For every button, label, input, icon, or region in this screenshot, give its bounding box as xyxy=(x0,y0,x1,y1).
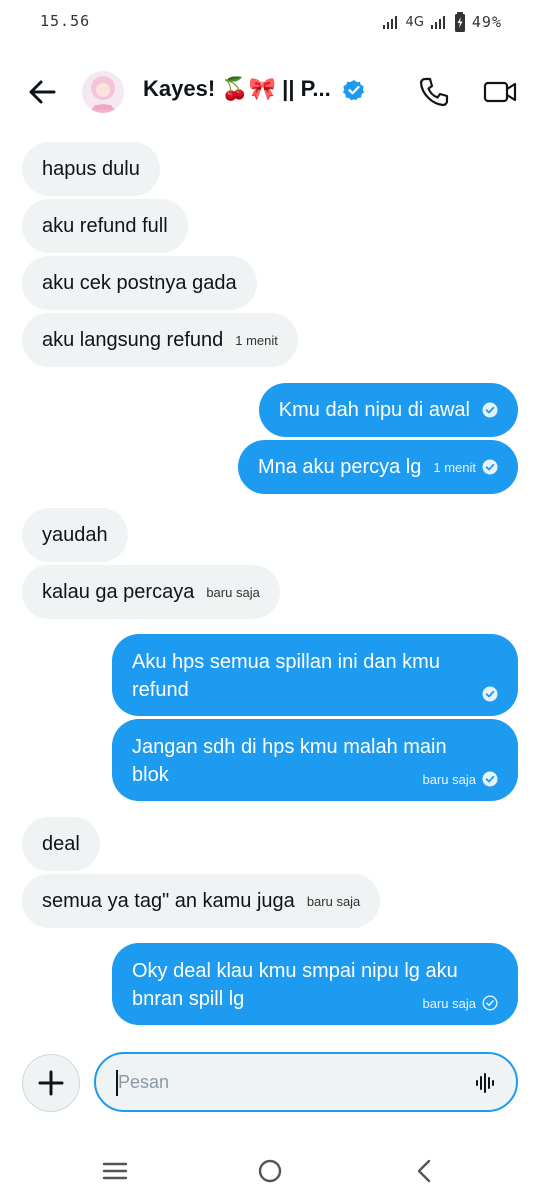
battery-percent: 49% xyxy=(471,13,502,31)
message-text: Kmu dah nipu di awal xyxy=(278,398,470,421)
recent-apps-icon[interactable] xyxy=(100,1156,130,1186)
status-time: 15.56 xyxy=(40,12,91,30)
read-check-icon xyxy=(482,459,498,475)
battery-icon xyxy=(454,12,465,32)
home-icon[interactable] xyxy=(255,1156,285,1186)
conversation-title[interactable]: Kayes! 🍒🎀 || P... xyxy=(143,76,331,102)
message-text: yaudah xyxy=(42,523,108,546)
message-meta: baru saja xyxy=(423,771,498,787)
message-meta: baru saja xyxy=(423,995,498,1011)
message-text: deal xyxy=(42,832,80,855)
message-text: hapus dulu xyxy=(42,157,140,180)
message-text: kalau ga percaya xyxy=(42,580,195,603)
signal-icon-2 xyxy=(430,16,445,29)
status-bar: 15.56 4G 49% xyxy=(0,0,540,48)
message-timestamp: baru saja xyxy=(306,893,361,909)
message-incoming[interactable]: aku refund full xyxy=(22,199,188,253)
message-incoming[interactable]: yaudah xyxy=(22,508,128,562)
verified-badge-icon xyxy=(343,80,364,101)
voice-message-icon[interactable] xyxy=(474,1071,498,1095)
sent-check-icon xyxy=(482,995,498,1011)
message-incoming[interactable]: aku langsung refund 1 menit xyxy=(22,313,298,367)
plus-icon xyxy=(38,1070,64,1096)
message-timestamp: baru saja xyxy=(206,584,260,600)
message-incoming[interactable]: hapus dulu xyxy=(22,142,160,196)
message-text-line1: Oky deal klau kmu smpai nipu lg aku xyxy=(132,960,458,982)
message-text: Mna aku percya lg xyxy=(257,455,422,478)
signal-icon xyxy=(382,16,397,29)
message-outgoing[interactable]: Oky deal klau kmu smpai nipu lg aku bnra… xyxy=(112,943,518,1025)
message-meta xyxy=(482,686,498,702)
message-text-line1: Jangan sdh di hps kmu malah main xyxy=(132,736,447,758)
message-timestamp: baru saja xyxy=(422,995,476,1011)
message-timestamp: 1 menit xyxy=(433,459,476,475)
back-nav-icon[interactable] xyxy=(410,1156,440,1186)
message-text: aku refund full xyxy=(42,214,168,237)
message-text-line1: Aku hps semua spillan ini dan kmu xyxy=(132,651,440,673)
read-check-icon xyxy=(482,402,498,418)
message-outgoing[interactable]: Kmu dah nipu di awal xyxy=(258,383,518,437)
message-outgoing[interactable]: Mna aku percya lg 1 menit xyxy=(237,440,518,494)
system-navigation-bar xyxy=(0,1144,540,1200)
message-meta: 1 menit xyxy=(433,459,498,475)
read-check-icon xyxy=(482,686,498,702)
network-type: 4G xyxy=(405,14,424,30)
message-incoming[interactable]: kalau ga percaya baru saja xyxy=(22,565,280,619)
conversation-header: Kayes! 🍒🎀 || P... xyxy=(0,58,540,126)
message-incoming[interactable]: aku cek postnya gada xyxy=(22,256,257,310)
avatar-image xyxy=(82,71,124,113)
message-outgoing[interactable]: Aku hps semua spillan ini dan kmu refund xyxy=(112,634,518,716)
read-check-icon xyxy=(482,771,498,787)
message-text: aku cek postnya gada xyxy=(42,271,237,294)
message-text: semua ya tag" an kamu juga xyxy=(42,889,295,912)
message-meta xyxy=(482,402,498,418)
message-outgoing[interactable]: Jangan sdh di hps kmu malah main blok ba… xyxy=(112,719,518,801)
back-arrow-icon[interactable] xyxy=(24,74,60,110)
message-incoming[interactable]: deal xyxy=(22,817,100,871)
video-camera-icon[interactable] xyxy=(482,74,518,110)
message-input[interactable]: Pesan xyxy=(94,1052,518,1112)
message-incoming[interactable]: semua ya tag" an kamu juga baru saja xyxy=(22,874,381,928)
status-icons: 4G 49% xyxy=(382,12,502,32)
avatar[interactable] xyxy=(82,71,124,113)
message-timestamp: baru saja xyxy=(422,771,476,787)
message-text-line2: refund xyxy=(132,679,189,701)
message-text: aku langsung refund xyxy=(42,328,224,351)
add-attachment-button[interactable] xyxy=(22,1054,80,1112)
message-input-placeholder: Pesan xyxy=(118,1072,170,1092)
message-timestamp: 1 menit xyxy=(235,332,278,348)
phone-icon[interactable] xyxy=(416,74,452,110)
